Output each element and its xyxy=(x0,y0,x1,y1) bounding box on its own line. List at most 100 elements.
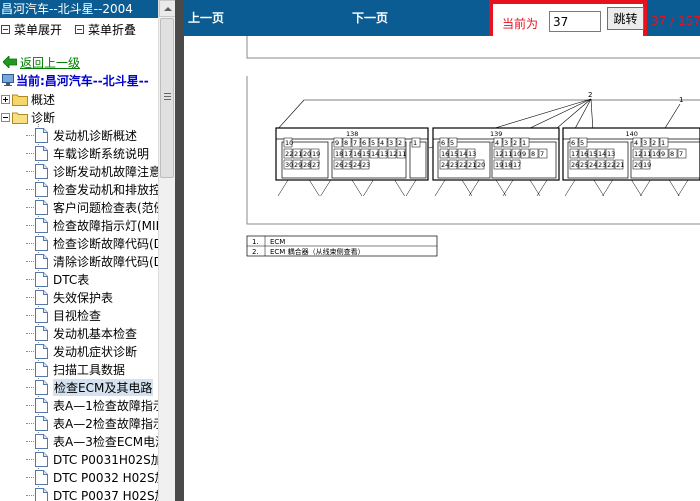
tree-item[interactable]: 失效保护表 xyxy=(26,288,113,306)
figure-border xyxy=(246,36,700,59)
document-icon xyxy=(35,253,48,269)
tree-item-label: 表A—2检查故障指示 xyxy=(53,416,158,431)
tree-item[interactable]: 表A—3检查ECM电源 xyxy=(26,432,158,450)
tree-connector-line xyxy=(26,134,34,136)
tree-item-label: 清除诊断故障代码(D xyxy=(53,254,158,269)
page-number-input[interactable] xyxy=(549,11,601,32)
pin-number: 23 xyxy=(450,161,458,169)
menu-expand-button[interactable]: 菜单展开 xyxy=(1,21,62,37)
pin-number: 17 xyxy=(571,150,579,158)
jump-button[interactable]: 跳转 xyxy=(607,7,644,30)
wire xyxy=(640,179,651,197)
next-page-button[interactable]: 下一页 xyxy=(352,9,388,26)
wire xyxy=(593,179,605,197)
tree-item[interactable]: 发动机症状诊断 xyxy=(26,342,137,360)
pin-number: 7 xyxy=(353,139,357,147)
tree-item[interactable]: 诊断发动机故障注意 xyxy=(26,162,158,180)
tree-item[interactable]: 检查诊断故障代码(D xyxy=(26,234,158,252)
pin-number: 28 xyxy=(303,161,311,169)
tree-folder-label: 概述 xyxy=(31,92,56,107)
pin-number: 18 xyxy=(335,150,343,158)
pin-number: 9 xyxy=(661,150,665,158)
pin-number: 11 xyxy=(504,150,512,158)
tree-item-label: 检查诊断故障代码(D xyxy=(53,236,158,251)
wire xyxy=(536,179,548,197)
tree-item-label: 诊断发动机故障注意 xyxy=(53,164,158,179)
wire xyxy=(405,179,417,197)
prev-page-button[interactable]: 上一页 xyxy=(188,9,224,26)
pin-number: 17 xyxy=(513,161,521,169)
pin-number: 25 xyxy=(580,161,588,169)
document-icon xyxy=(35,307,48,323)
tree-item[interactable]: 扫描工具数据 xyxy=(26,360,125,378)
tree-item[interactable]: DTC P0031H02S加热 xyxy=(26,450,158,468)
collapse-minus-icon[interactable] xyxy=(1,112,10,122)
pin-number: 21 xyxy=(468,161,476,169)
pin-number: 13 xyxy=(468,150,476,158)
pin-number: 19 xyxy=(495,161,503,169)
connector-label: 139 xyxy=(490,130,502,138)
tree-folder-diagnosis[interactable]: 诊断 xyxy=(1,108,55,126)
tree-folder-overview[interactable]: 概述 xyxy=(1,90,55,108)
tree-item-label: DTC P0037 H02S加 xyxy=(53,488,158,501)
pin-number: 7 xyxy=(540,150,544,158)
tree-item[interactable]: 表A—2检查故障指示 xyxy=(26,414,158,432)
tree-item[interactable]: 表A—1检查故障指示 xyxy=(26,396,158,414)
wire xyxy=(468,179,480,197)
wire xyxy=(277,179,289,197)
back-link[interactable]: 返回上一级 xyxy=(3,54,80,70)
sidebar-scrollbar[interactable] xyxy=(158,0,176,501)
scroll-thumb[interactable] xyxy=(160,18,174,178)
expand-plus-icon[interactable] xyxy=(1,94,10,104)
pin-number: 18 xyxy=(504,161,512,169)
pin-number: 24 xyxy=(353,161,361,169)
pin-number: 15 xyxy=(362,150,370,158)
tree-item[interactable]: 检查ECM及其电路 xyxy=(26,378,154,396)
legend-text: ECM xyxy=(270,238,285,246)
tree-connector-line xyxy=(26,296,34,298)
tree-item[interactable]: 检查发动机和排放控 xyxy=(26,180,158,198)
pin-number: 2 xyxy=(513,139,517,147)
tree-connector-line xyxy=(26,260,34,262)
tree-item[interactable]: 客户问题检查表(范例 xyxy=(26,198,158,216)
pin-number: 19 xyxy=(312,150,320,158)
pin-number: 27 xyxy=(312,161,320,169)
pin-number: 15 xyxy=(450,150,458,158)
tree-item[interactable]: DTC P0032 H02S加 xyxy=(26,468,158,486)
document-icon xyxy=(35,379,48,395)
scroll-up-button[interactable] xyxy=(159,0,176,17)
pin-number: 22 xyxy=(459,161,467,169)
tree-item[interactable]: 检查故障指示灯(MIL xyxy=(26,216,158,234)
tree-item-label: 检查ECM及其电路 xyxy=(53,378,154,396)
tree-item[interactable]: 清除诊断故障代码(D xyxy=(26,252,158,270)
tree-connector-line xyxy=(26,440,34,442)
tree-connector-line xyxy=(26,386,34,388)
pin-number: 10 xyxy=(652,150,660,158)
document-icon xyxy=(35,415,48,431)
tree-connector-line xyxy=(26,494,34,496)
legend-table: 1. ECM 2. ECM 耦合器（从线束侧查看） xyxy=(246,235,438,257)
frame-divider[interactable] xyxy=(175,0,184,501)
pin-number: 20 xyxy=(303,150,311,158)
pin-number: 10 xyxy=(285,139,293,147)
pin-number: 8 xyxy=(670,150,674,158)
tree-item[interactable]: 发动机诊断概述 xyxy=(26,126,137,144)
tree-item[interactable]: 目视检查 xyxy=(26,306,101,324)
document-icon xyxy=(35,361,48,377)
tree-item[interactable]: DTC P0037 H02S加 xyxy=(26,486,158,501)
tree-connector-line xyxy=(26,224,34,226)
pin-number: 4 xyxy=(495,139,499,147)
pin-number: 3 xyxy=(643,139,647,147)
tree-item[interactable]: 车载诊断系统说明 xyxy=(26,144,149,162)
tree-item-label: 客户问题检查表(范例 xyxy=(53,200,158,215)
pin-number: 19 xyxy=(643,161,651,169)
tree-connector-line xyxy=(26,350,34,352)
tree-folder-label: 诊断 xyxy=(31,110,56,125)
tree-connector-line xyxy=(26,278,34,280)
tree-item[interactable]: DTC表 xyxy=(26,270,89,288)
menu-collapse-button[interactable]: 菜单折叠 xyxy=(75,21,136,37)
tree-item[interactable]: 发动机基本检查 xyxy=(26,324,137,342)
tree-item-label: 失效保护表 xyxy=(53,290,114,305)
wire xyxy=(602,179,613,197)
pin-number: 20 xyxy=(477,161,485,169)
